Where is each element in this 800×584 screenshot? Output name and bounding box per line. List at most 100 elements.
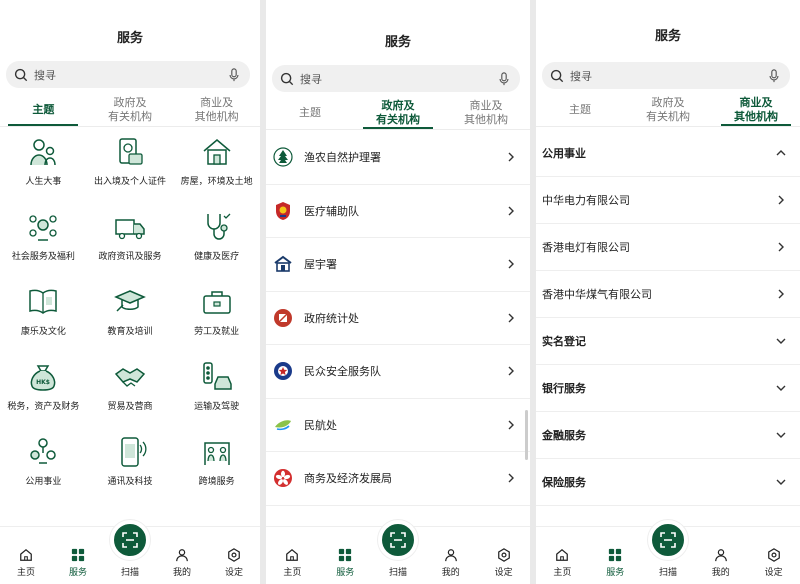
book-icon [29, 289, 58, 314]
topic-gov-info[interactable]: 政府资讯及服务 [87, 210, 174, 265]
page-title: 服务 [116, 31, 143, 46]
tab-government[interactable]: 政府及 有关机构 [354, 96, 442, 129]
topic-cross-border[interactable]: 跨境服务 [173, 435, 260, 490]
topic-social-welfare[interactable]: 社会服务及福利 [0, 210, 87, 265]
category-tabs: 主题 政府及 有关机构 商业及 其他机构 [266, 96, 530, 130]
list-item[interactable]: 渔农自然护理署 [266, 131, 530, 185]
department-label: 民众安全服务队 [304, 365, 381, 379]
home-icon [286, 548, 299, 561]
topic-trade[interactable]: 贸易及营商 [87, 360, 174, 415]
list-item[interactable]: 政府统计处 [266, 292, 530, 345]
settings-icon [497, 548, 510, 562]
search-bar[interactable]: 搜寻 [272, 65, 520, 92]
tab-business[interactable]: 商业及 其他机构 [173, 93, 260, 126]
category-tabs: 主题 政府及 有关机构 商业及 其他机构 [536, 93, 800, 127]
nav-label: 服务 [68, 568, 87, 578]
topic-leisure[interactable]: 康乐及文化 [0, 285, 87, 340]
microphone-icon[interactable] [228, 67, 240, 82]
topic-education[interactable]: 教育及培训 [87, 285, 174, 340]
list-item[interactable]: 医疗辅助队 [266, 185, 530, 238]
business-screen: 服务 搜寻 主题 政府及 有关机构 商业及 其他机构 公用事业 中华电力有限公司 香… [536, 0, 800, 584]
section-header-utilities[interactable]: 公用事业 [536, 130, 800, 177]
scan-button[interactable] [378, 520, 418, 560]
aviation-logo-icon [272, 414, 294, 436]
topic-utilities[interactable]: 公用事业 [0, 435, 87, 490]
tab-business[interactable]: 商业及 其他机构 [442, 96, 530, 129]
tab-government[interactable]: 政府及 有关机构 [87, 93, 174, 126]
nav-settings[interactable]: 设定 [477, 548, 530, 578]
nav-label: 扫描 [658, 568, 677, 578]
company-label: 中华电力有限公司 [542, 194, 630, 207]
topic-transport[interactable]: 运输及驾驶 [173, 360, 260, 415]
nav-home[interactable]: 主页 [266, 548, 319, 578]
nav-settings[interactable]: 设定 [208, 548, 260, 578]
list-item[interactable]: 民众安全服务队 [266, 345, 530, 399]
home-icon [20, 548, 32, 561]
list-item[interactable]: 商务及经济发展局 [266, 452, 530, 506]
nav-settings[interactable]: 设定 [747, 548, 800, 578]
list-item[interactable]: 中华电力有限公司 [536, 177, 800, 224]
tab-topics[interactable]: 主题 [0, 93, 87, 126]
department-label: 渔农自然护理署 [304, 151, 381, 165]
nav-services[interactable]: 服务 [319, 548, 372, 578]
topic-health[interactable]: 健康及医疗 [173, 210, 260, 265]
tab-label-2: 其他机构 [464, 112, 508, 126]
topic-label: 教育及培训 [107, 327, 153, 337]
topic-immigration[interactable]: 出入境及个人证件 [87, 135, 174, 190]
scan-button[interactable] [648, 520, 688, 560]
tab-topics[interactable]: 主题 [266, 96, 354, 129]
nav-services[interactable]: 服务 [589, 548, 642, 578]
nav-label: 我的 [441, 568, 460, 578]
nav-label: 我的 [172, 568, 191, 578]
nav-profile[interactable]: 我的 [156, 548, 208, 578]
section-header-banking[interactable]: 银行服务 [536, 365, 800, 412]
topic-labour[interactable]: 劳工及就业 [173, 285, 260, 340]
search-bar[interactable]: 搜寻 [542, 62, 790, 89]
topic-tax[interactable]: HK$ 税务，资产及财务 [0, 360, 87, 415]
nav-home[interactable]: 主页 [0, 548, 52, 578]
topic-communications[interactable]: 通讯及科技 [87, 435, 174, 490]
topic-label: 劳工及就业 [194, 327, 240, 337]
topic-life-events[interactable]: 人生大事 [0, 135, 87, 190]
nav-profile[interactable]: 我的 [424, 548, 477, 578]
topic-label: 运输及驾驶 [194, 402, 240, 412]
list-item[interactable]: 屋宇署 [266, 238, 530, 292]
scrollbar[interactable] [525, 410, 528, 460]
list-item[interactable]: 香港电灯有限公司 [536, 224, 800, 271]
nav-home[interactable]: 主页 [536, 548, 589, 578]
badge-logo-icon [272, 200, 294, 222]
microphone-icon[interactable] [498, 71, 510, 86]
list-item[interactable]: 民航处 [266, 399, 530, 452]
house-icon [203, 139, 231, 165]
section-header-registration[interactable]: 实名登记 [536, 318, 800, 365]
family-icon [30, 139, 57, 166]
scan-icon [122, 532, 138, 548]
tab-label: 主题 [569, 102, 591, 116]
nav-services[interactable]: 服务 [52, 548, 104, 578]
department-label: 商务及经济发展局 [304, 472, 392, 486]
tab-label-2: 其他机构 [194, 109, 239, 123]
tab-topics[interactable]: 主题 [536, 93, 624, 126]
topic-housing[interactable]: 房屋，环境及土地 [173, 135, 260, 190]
chevron-down-icon [776, 432, 786, 438]
user-icon [176, 549, 188, 562]
search-icon [14, 68, 28, 81]
scan-button[interactable] [110, 520, 150, 560]
tab-business[interactable]: 商业及 其他机构 [712, 93, 800, 126]
section-header-financial[interactable]: 金融服务 [536, 412, 800, 459]
tab-label: 商业及 [739, 95, 773, 109]
section-header-insurance[interactable]: 保险服务 [536, 459, 800, 506]
user-icon [714, 549, 727, 562]
search-bar[interactable]: 搜寻 [6, 61, 250, 88]
topic-label: 社会服务及福利 [11, 252, 75, 262]
tab-government[interactable]: 政府及 有关机构 [624, 93, 712, 126]
page-title: 服务 [654, 29, 681, 44]
microphone-icon[interactable] [768, 68, 780, 83]
nav-profile[interactable]: 我的 [694, 548, 747, 578]
nav-label: 扫描 [120, 568, 139, 578]
phone-icon [121, 437, 147, 467]
chevron-right-icon [778, 289, 784, 299]
chevron-down-icon [776, 338, 786, 344]
tree-logo-icon [272, 146, 294, 168]
list-item[interactable]: 香港中华煤气有限公司 [536, 271, 800, 318]
